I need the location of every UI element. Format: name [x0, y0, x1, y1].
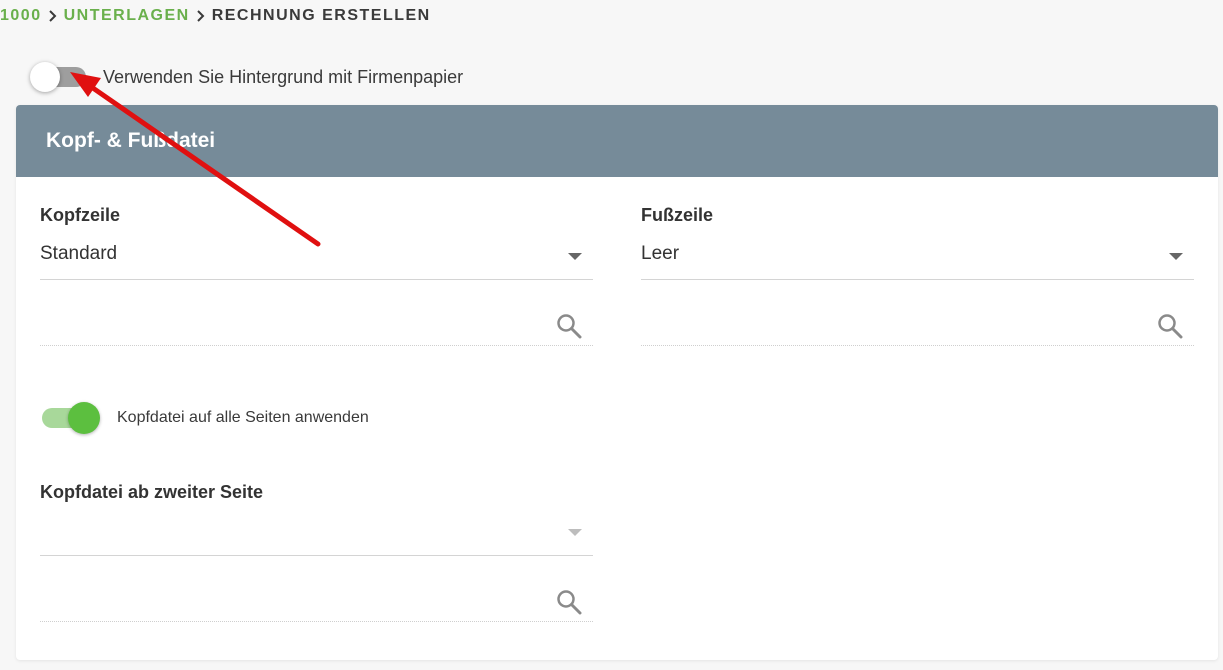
apply-all-pages-toggle-row: Kopfdatei auf alle Seiten anwenden — [42, 402, 369, 434]
footer-select[interactable]: Leer — [641, 237, 1194, 280]
page: 1000 UNTERLAGEN RECHNUNG ERSTELLEN Verwe… — [0, 0, 1223, 670]
header-footer-card: Kopf- & Fußdatei Kopfzeile Standard Kopf… — [16, 105, 1218, 660]
background-letterhead-switch[interactable] — [30, 62, 86, 92]
card-header: Kopf- & Fußdatei — [16, 105, 1218, 177]
breadcrumb: 1000 UNTERLAGEN RECHNUNG ERSTELLEN — [0, 5, 431, 27]
search-icon[interactable] — [1157, 313, 1183, 339]
second-page-search-field — [40, 577, 593, 622]
chevron-right-icon — [196, 10, 205, 22]
breadcrumb-item-unterlagen[interactable]: UNTERLAGEN — [64, 7, 190, 25]
chevron-right-icon — [48, 10, 57, 22]
background-letterhead-toggle-row: Verwenden Sie Hintergrund mit Firmenpapi… — [30, 62, 463, 92]
apply-all-pages-switch[interactable] — [42, 402, 100, 434]
header-search-input[interactable] — [40, 301, 544, 343]
apply-all-pages-label: Kopfdatei auf alle Seiten anwenden — [117, 409, 369, 426]
header-select[interactable]: Standard — [40, 237, 593, 280]
footer-search-input[interactable] — [641, 301, 1145, 343]
caret-down-icon — [1169, 253, 1183, 260]
footer-select-value: Leer — [641, 243, 680, 264]
caret-down-icon — [568, 253, 582, 260]
second-page-search-input[interactable] — [40, 577, 544, 619]
card-title: Kopf- & Fußdatei — [46, 129, 216, 152]
breadcrumb-item-1000[interactable]: 1000 — [0, 7, 42, 25]
search-icon[interactable] — [556, 589, 582, 615]
header-field-label: Kopfzeile — [40, 205, 121, 225]
search-icon[interactable] — [556, 313, 582, 339]
header-select-value: Standard — [40, 243, 118, 264]
switch-knob — [68, 402, 100, 434]
background-letterhead-label: Verwenden Sie Hintergrund mit Firmenpapi… — [103, 66, 464, 87]
footer-field-label: Fußzeile — [641, 205, 714, 225]
breadcrumb-current: RECHNUNG ERSTELLEN — [211, 7, 431, 24]
second-page-header-select[interactable] — [40, 513, 593, 556]
second-page-header-label: Kopfdatei ab zweiter Seite — [40, 482, 264, 502]
caret-down-icon — [568, 529, 582, 536]
header-search-field — [40, 301, 593, 346]
footer-search-field — [641, 301, 1194, 346]
switch-knob — [30, 62, 60, 92]
